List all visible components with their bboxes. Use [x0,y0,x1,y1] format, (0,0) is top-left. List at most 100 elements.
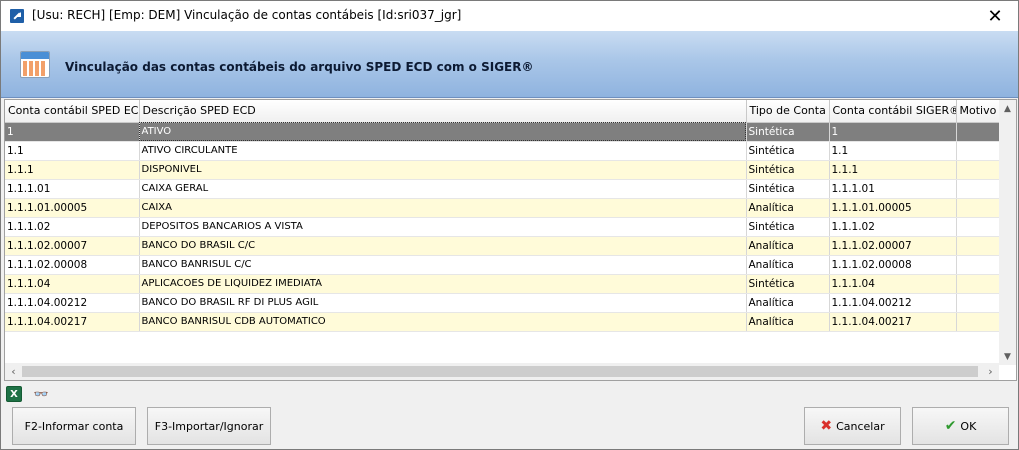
cell-motivo[interactable] [956,293,1003,313]
calendar-grid-icon-bar [21,52,49,59]
window-title: [Usu: RECH] [Emp: DEM] Vinculação de con… [32,8,462,22]
cell-descricao-sped[interactable]: CAIXA GERAL [139,179,747,199]
table-row[interactable]: 1.1.1.04.00212 BANCO DO BRASIL RF DI PLUS… [5,293,1003,313]
cell-conta-sped[interactable]: 1.1.1.01.00005 [5,198,140,218]
cell-tipo-conta[interactable]: Analítica [746,198,830,218]
accounts-grid[interactable]: Conta contábil SPED ECD Descrição SPED E… [4,99,1017,381]
horizontal-scrollbar[interactable]: ‹ › [5,363,999,380]
cell-conta-sped[interactable]: 1.1.1.01 [5,179,140,199]
cell-conta-siger[interactable]: 1.1.1 [829,160,957,180]
view-glasses-icon[interactable]: 👓 [32,387,50,401]
importar-ignorar-label: F3-Importar/Ignorar [154,419,264,433]
table-row[interactable]: 1.1.1.04.00217 BANCO BANRISUL CDB AUTOMAT… [5,312,1003,332]
cell-conta-sped[interactable]: 1.1.1.02.00008 [5,255,140,275]
cell-conta-sped[interactable]: 1.1 [5,141,140,161]
cell-conta-siger[interactable]: 1.1.1.04.00217 [829,312,957,332]
cell-conta-sped[interactable]: 1.1.1 [5,160,140,180]
cell-descricao-sped[interactable]: BANCO BANRISUL C/C [139,255,747,275]
cell-descricao-sped[interactable]: CAIXA [139,198,747,218]
cell-conta-siger[interactable]: 1.1 [829,141,957,161]
cell-descricao-sped[interactable]: ATIVO CIRCULANTE [139,141,747,161]
importar-ignorar-button[interactable]: F3-Importar/Ignorar [147,407,271,445]
column-header-conta-siger[interactable]: Conta contábil SIGER® [829,100,957,123]
close-button[interactable]: ✕ [972,1,1018,31]
cell-motivo[interactable] [956,160,1003,180]
cell-conta-siger[interactable]: 1.1.1.04.00212 [829,293,957,313]
cell-tipo-conta[interactable]: Analítica [746,255,830,275]
column-header-conta-sped[interactable]: Conta contábil SPED ECD [5,100,140,123]
cell-conta-siger[interactable]: 1.1.1.01 [829,179,957,199]
cancel-x-icon: ✖ [820,418,833,434]
table-row[interactable]: 1.1 ATIVO CIRCULANTE Sintética 1.1 [5,141,1003,161]
cell-tipo-conta[interactable]: Analítica [746,236,830,256]
scroll-left-arrow-icon[interactable]: ‹ [5,363,22,380]
cell-descricao-sped[interactable]: APLICACOES DE LIQUIDEZ IMEDIATA [139,274,747,294]
table-row[interactable]: 1.1.1.04 APLICACOES DE LIQUIDEZ IMEDIATA S… [5,274,1003,294]
cell-descricao-sped[interactable]: BANCO DO BRASIL C/C [139,236,747,256]
column-header-descricao-sped[interactable]: Descrição SPED ECD [139,100,747,123]
header-banner: Vinculação das contas contábeis do arqui… [1,31,1018,98]
cell-tipo-conta[interactable]: Analítica [746,312,830,332]
excel-export-icon[interactable]: X [6,386,22,402]
ok-button[interactable]: ✔ OK [912,407,1009,445]
cell-conta-siger[interactable]: 1.1.1.01.00005 [829,198,957,218]
scroll-down-arrow-icon[interactable]: ▼ [999,348,1016,365]
cell-conta-siger[interactable]: 1.1.1.04 [829,274,957,294]
cell-tipo-conta[interactable]: Sintética [746,122,830,142]
cell-tipo-conta[interactable]: Sintética [746,179,830,199]
cell-conta-siger[interactable]: 1.1.1.02 [829,217,957,237]
cell-motivo[interactable] [956,122,1003,142]
cell-motivo[interactable] [956,141,1003,161]
table-row[interactable]: 1.1.1 DISPONIVEL Sintética 1.1.1 [5,160,1003,180]
informar-conta-label: F2-Informar conta [24,419,124,433]
column-header-tipo-conta[interactable]: Tipo de Conta [746,100,830,123]
dialog-window: [Usu: RECH] [Emp: DEM] Vinculação de con… [0,0,1019,450]
cell-conta-sped[interactable]: 1.1.1.02 [5,217,140,237]
cell-conta-sped[interactable]: 1.1.1.04 [5,274,140,294]
cell-conta-siger[interactable]: 1.1.1.02.00007 [829,236,957,256]
cell-conta-sped[interactable]: 1 [5,122,140,142]
cell-motivo[interactable] [956,274,1003,294]
cancel-button[interactable]: ✖ Cancelar [804,407,901,445]
table-row[interactable]: 1.1.1.02 DEPOSITOS BANCARIOS A VISTA Sinté… [5,217,1003,237]
table-body: 1 ATIVO Sintética 1 1.1 ATIVO CIRCULANTE Sinté… [5,122,1003,332]
title-bar: [Usu: RECH] [Emp: DEM] Vinculação de con… [1,1,1018,31]
cancel-label: Cancelar [836,419,885,433]
horizontal-scroll-thumb[interactable] [22,366,978,377]
cell-conta-siger[interactable]: 1 [829,122,957,142]
cell-descricao-sped[interactable]: BANCO DO BRASIL RF DI PLUS AGIL [139,293,747,313]
cell-conta-sped[interactable]: 1.1.1.04.00217 [5,312,140,332]
cell-descricao-sped[interactable]: BANCO BANRISUL CDB AUTOMATICO [139,312,747,332]
cell-motivo[interactable] [956,217,1003,237]
cell-conta-sped[interactable]: 1.1.1.02.00007 [5,236,140,256]
table-row[interactable]: 1.1.1.01 CAIXA GERAL Sintética 1.1.1.01 [5,179,1003,199]
cell-descricao-sped[interactable]: DISPONIVEL [139,160,747,180]
informar-conta-button[interactable]: F2-Informar conta [12,407,136,445]
table-row[interactable]: 1.1.1.01.00005 CAIXA Analítica 1.1.1.01.000… [5,198,1003,218]
cell-motivo[interactable] [956,312,1003,332]
scroll-up-arrow-icon[interactable]: ▲ [999,100,1016,117]
scroll-right-arrow-icon[interactable]: › [982,363,999,380]
ok-label: OK [960,419,977,433]
cell-tipo-conta[interactable]: Analítica [746,293,830,313]
table-row[interactable]: 1 ATIVO Sintética 1 [5,122,1003,142]
cell-motivo[interactable] [956,198,1003,218]
table-row[interactable]: 1.1.1.02.00007 BANCO DO BRASIL C/C Analíti… [5,236,1003,256]
table-row[interactable]: 1.1.1.02.00008 BANCO BANRISUL C/C Analític… [5,255,1003,275]
vertical-scrollbar[interactable]: ▲ ▼ [999,100,1016,365]
cell-conta-siger[interactable]: 1.1.1.02.00008 [829,255,957,275]
cell-descricao-sped[interactable]: ATIVO [139,122,747,142]
column-header-motivo[interactable]: Motivo [956,100,1003,123]
cell-descricao-sped[interactable]: DEPOSITOS BANCARIOS A VISTA [139,217,747,237]
calendar-grid-icon [20,51,50,78]
calendar-grid-icon-cells [23,61,47,76]
cell-motivo[interactable] [956,179,1003,199]
ok-check-icon: ✔ [944,418,957,434]
cell-motivo[interactable] [956,236,1003,256]
cell-tipo-conta[interactable]: Sintética [746,141,830,161]
cell-motivo[interactable] [956,255,1003,275]
cell-conta-sped[interactable]: 1.1.1.04.00212 [5,293,140,313]
cell-tipo-conta[interactable]: Sintética [746,217,830,237]
cell-tipo-conta[interactable]: Sintética [746,160,830,180]
cell-tipo-conta[interactable]: Sintética [746,274,830,294]
